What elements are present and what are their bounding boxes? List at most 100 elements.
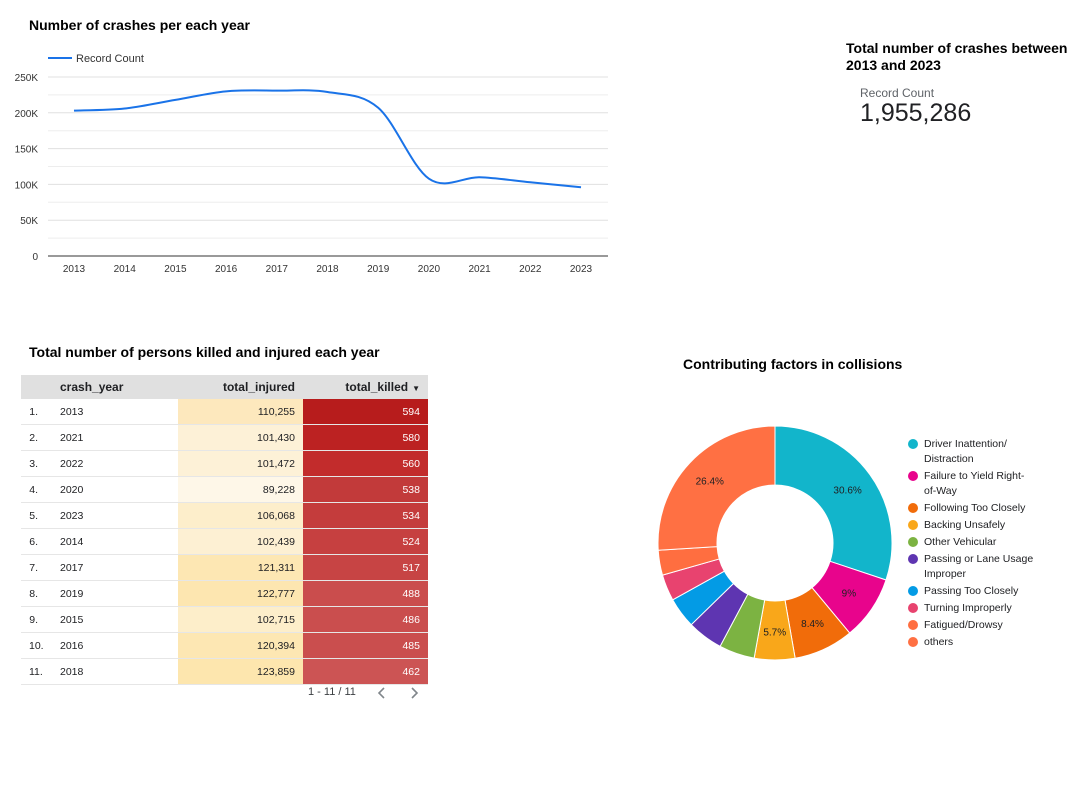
cell-total-injured: 102,439 [178, 528, 303, 555]
cell-crash-year: 2014 [52, 528, 178, 555]
table-row: 2. 2021 101,430 580 [21, 424, 428, 451]
line-chart-title: Number of crashes per each year [29, 17, 250, 33]
legend-label: Driver Inattention/Distraction [924, 438, 1007, 465]
pie-slice [774, 425, 893, 581]
x-tick-label: 2018 [316, 264, 339, 275]
legend-swatch [908, 554, 918, 564]
data-point [276, 90, 278, 92]
cell-total-injured: 101,430 [178, 424, 303, 451]
cell-crash-year: 2013 [52, 399, 178, 425]
pie-slice [657, 425, 776, 551]
data-point [377, 107, 379, 109]
legend-swatch [908, 537, 918, 547]
legend-label: Turning Improperly [924, 602, 1012, 614]
legend-swatch [908, 620, 918, 630]
x-tick-label: 2020 [418, 264, 441, 275]
x-tick-label: 2023 [570, 264, 593, 275]
scorecard-value: 1,955,286 [860, 99, 972, 127]
legend-label: others [924, 636, 954, 648]
slice-label: 5.7% [763, 627, 786, 638]
data-point [174, 99, 176, 101]
x-tick-label: 2015 [164, 264, 187, 275]
legend-item[interactable]: Following Too Closely [908, 501, 1048, 516]
cell-total-killed: 538 [303, 476, 428, 503]
legend-label: Fatigued/Drowsy [924, 619, 1003, 631]
legend-item[interactable]: Fatigued/Drowsy [908, 618, 1048, 633]
legend-label: Backing Unsafely [924, 519, 1006, 531]
data-point [529, 181, 531, 183]
slice-label: 8.4% [801, 619, 824, 630]
legend-label: Other Vehicular [924, 536, 997, 548]
row-index: 8. [21, 580, 52, 607]
legend-item[interactable]: Driver Inattention/Distraction [908, 437, 1048, 467]
cell-total-injured: 89,228 [178, 476, 303, 503]
row-index: 10. [21, 632, 52, 659]
cell-total-killed: 517 [303, 554, 428, 581]
legend-item[interactable]: Passing Too Closely [908, 584, 1048, 599]
data-point [580, 186, 582, 188]
table-row: 10. 2016 120,394 485 [21, 632, 428, 659]
data-point [479, 176, 481, 178]
legend-item[interactable]: Passing or Lane Usage Improper [908, 552, 1048, 582]
header-crash-year[interactable]: crash_year [52, 375, 178, 399]
pie-chart-title: Contributing factors in collisions [683, 356, 903, 372]
cell-total-killed: 462 [303, 658, 428, 685]
cell-total-injured: 123,859 [178, 658, 303, 685]
x-tick-label: 2014 [114, 264, 137, 275]
table-row: 3. 2022 101,472 560 [21, 450, 428, 477]
legend-swatch [908, 471, 918, 481]
table-header-row: crash_year total_injured total_killed ▼ [21, 375, 428, 399]
row-index: 11. [21, 658, 52, 685]
row-index: 6. [21, 528, 52, 555]
row-index: 3. [21, 450, 52, 477]
legend-item[interactable]: Backing Unsafely [908, 518, 1048, 533]
table-row: 6. 2014 102,439 524 [21, 528, 428, 555]
data-point [327, 91, 329, 93]
y-tick-label: 200K [15, 109, 39, 120]
scorecard-title: Total number of crashes between 2013 and… [846, 40, 1068, 73]
data-table: crash_year total_injured total_killed ▼ 1… [21, 375, 428, 685]
legend-label: Passing or Lane Usage Improper [924, 553, 1034, 580]
header-index [21, 375, 52, 399]
row-index: 5. [21, 502, 52, 529]
legend-item[interactable]: others [908, 635, 1048, 650]
cell-total-killed: 488 [303, 580, 428, 607]
data-point [73, 110, 75, 112]
cell-crash-year: 2015 [52, 606, 178, 633]
row-index: 2. [21, 424, 52, 451]
cell-total-killed: 524 [303, 528, 428, 555]
cell-crash-year: 2019 [52, 580, 178, 607]
slice-label: 9% [842, 589, 857, 600]
cell-total-injured: 102,715 [178, 606, 303, 633]
x-tick-label: 2019 [367, 264, 390, 275]
legend-label: Passing Too Closely [924, 585, 1019, 597]
chevron-left-icon[interactable] [374, 684, 390, 702]
legend-label: Record Count [76, 53, 144, 65]
legend-item[interactable]: Failure to Yield Right-of-Way [908, 469, 1048, 499]
header-total-killed-label: total_killed [345, 380, 409, 394]
series-line-record-count [73, 89, 582, 189]
table-row: 7. 2017 121,311 517 [21, 554, 428, 581]
cell-crash-year: 2023 [52, 502, 178, 529]
table-row: 8. 2019 122,777 488 [21, 580, 428, 607]
legend-label: Following Too Closely [924, 502, 1026, 514]
sort-desc-icon: ▼ [412, 384, 420, 393]
x-tick-label: 2013 [63, 264, 86, 275]
legend-swatch [908, 503, 918, 513]
cell-total-injured: 122,777 [178, 580, 303, 607]
cell-total-injured: 121,311 [178, 554, 303, 581]
row-index: 7. [21, 554, 52, 581]
header-total-killed[interactable]: total_killed ▼ [303, 375, 428, 399]
table-title: Total number of persons killed and injur… [29, 344, 380, 360]
data-point [428, 178, 430, 180]
cell-crash-year: 2017 [52, 554, 178, 581]
cell-total-killed: 485 [303, 632, 428, 659]
header-total-injured[interactable]: total_injured [178, 375, 303, 399]
legend-swatch [908, 603, 918, 613]
data-point [225, 90, 227, 92]
chevron-right-icon[interactable] [406, 684, 422, 702]
legend-item[interactable]: Other Vehicular [908, 535, 1048, 550]
table-row: 9. 2015 102,715 486 [21, 606, 428, 633]
legend-item[interactable]: Turning Improperly [908, 601, 1048, 616]
table-row: 11. 2018 123,859 462 [21, 658, 428, 685]
